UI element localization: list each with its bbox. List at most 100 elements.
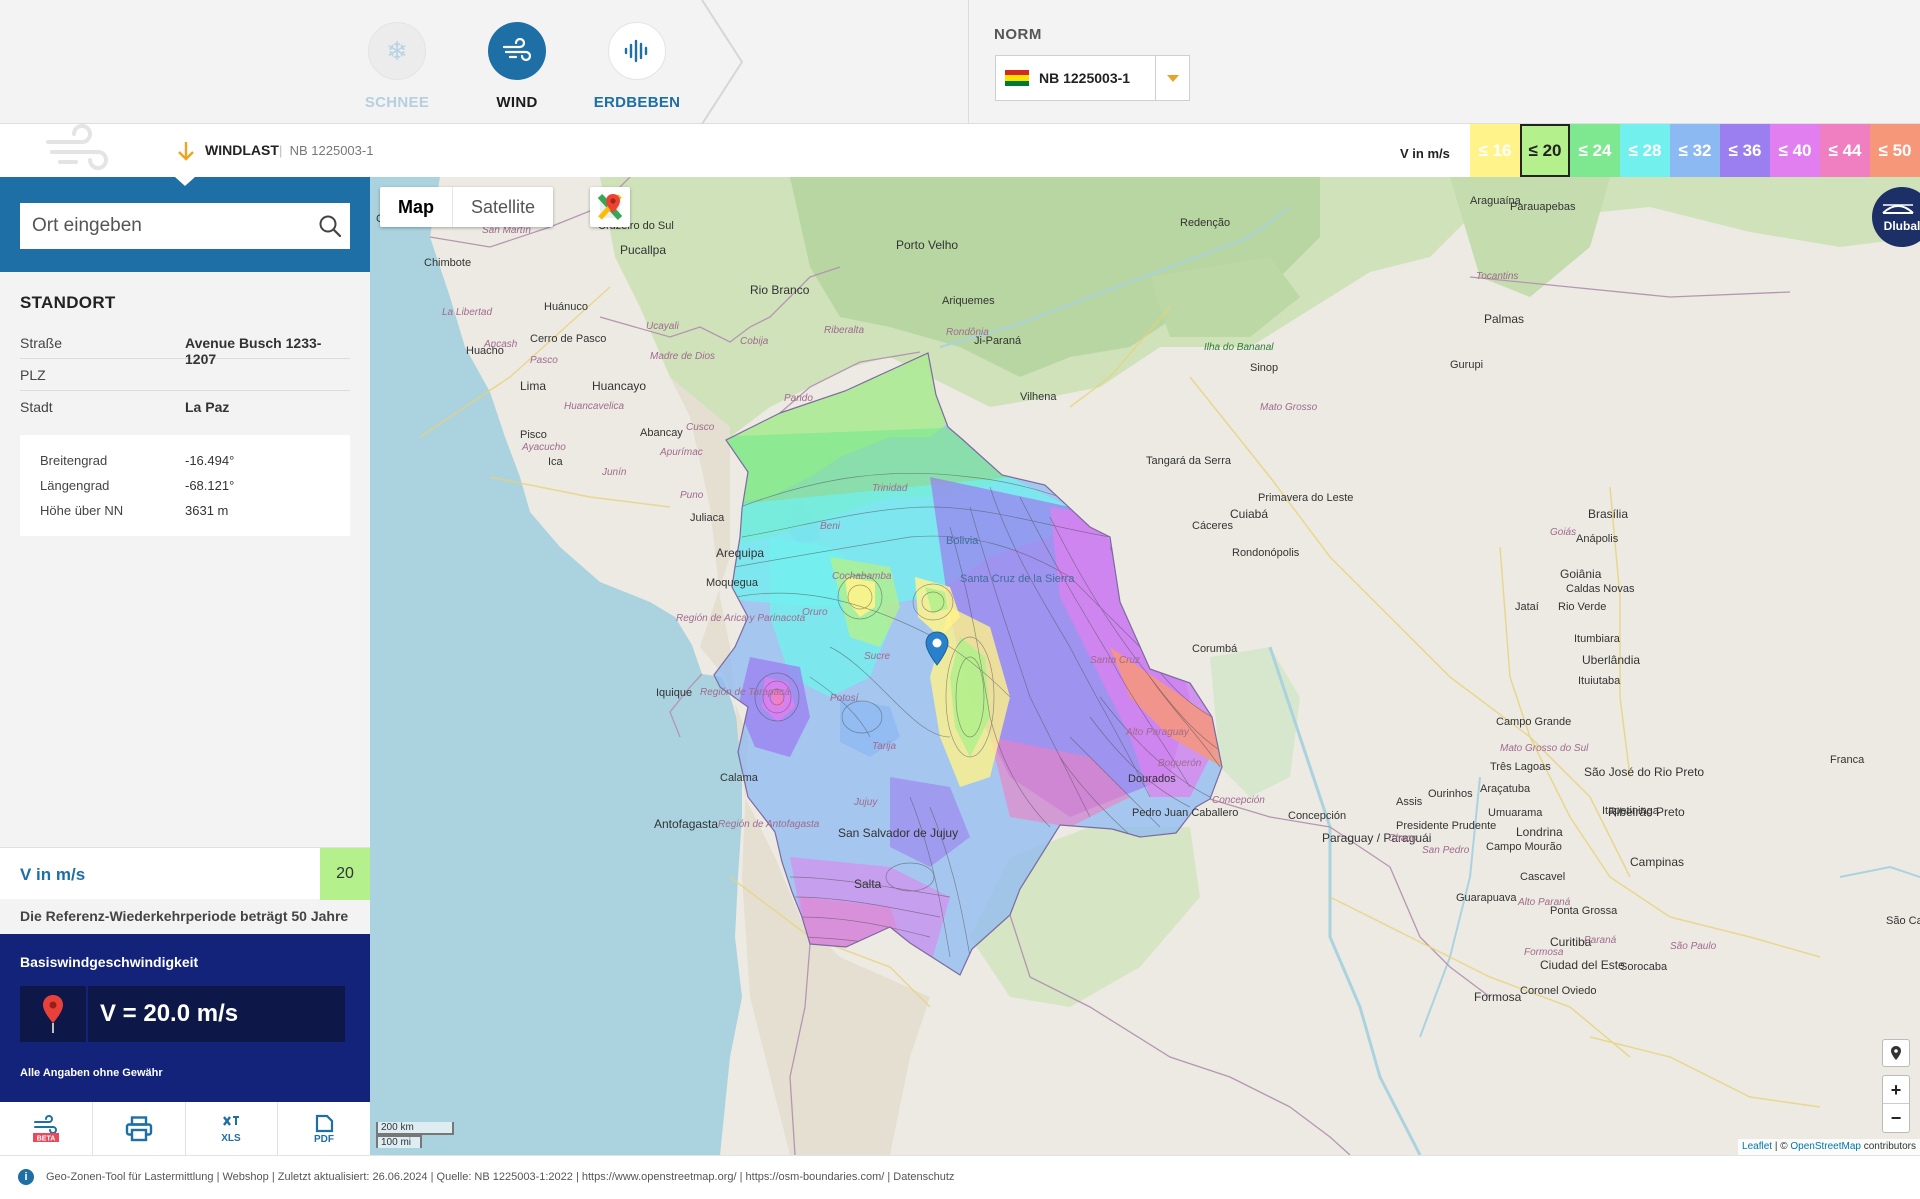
- map-label: Formosa: [1524, 947, 1564, 958]
- map-label: Coronel Oviedo: [1520, 985, 1597, 997]
- legend-item[interactable]: ≤ 50: [1870, 124, 1920, 177]
- xls-export-button[interactable]: XLS: [186, 1102, 279, 1155]
- map-label: Parauapebas: [1510, 201, 1576, 213]
- norm-select[interactable]: NB 1225003-1: [995, 55, 1190, 101]
- map-scale: 200 km 100 mi: [376, 1122, 454, 1148]
- attribution-sep: | ©: [1772, 1141, 1791, 1152]
- locate-button[interactable]: [1882, 1039, 1910, 1067]
- map-label: Ariquemes: [942, 295, 995, 307]
- wind-zone-map[interactable]: CajamarcaChiclayoChimbotePucallpaHuánuco…: [370, 177, 1920, 1155]
- map-label: Concepción: [1288, 810, 1347, 822]
- breadcrumb-pointer: [175, 177, 195, 186]
- legend-item[interactable]: ≤ 44: [1820, 124, 1870, 177]
- map-label: Goiânia: [1560, 567, 1602, 581]
- map-label: Santa Cruz de la Sierra: [960, 573, 1075, 585]
- map-type-satellite-button[interactable]: Satellite: [453, 187, 553, 227]
- map-label: Jataí: [1515, 601, 1539, 613]
- map-label: Ciudad del Este: [1540, 958, 1625, 972]
- basic-wind-speed-panel: Basiswindgeschwindigkeit V = 20.0 m/s Al…: [0, 934, 370, 1102]
- map-label: Boquerón: [1158, 758, 1202, 769]
- google-maps-icon[interactable]: [590, 187, 630, 227]
- map-label: Vilhena: [1020, 391, 1057, 403]
- legend-item[interactable]: ≤ 40: [1770, 124, 1820, 177]
- wind-watermark-icon: [40, 124, 120, 176]
- legend-label: V in m/s: [1400, 146, 1450, 161]
- hazard-wind-button[interactable]: WIND: [462, 22, 572, 111]
- map-label: Presidente Prudente: [1396, 820, 1497, 832]
- map-label: Santa Cruz: [1090, 655, 1141, 666]
- map-label: Mato Grosso do Sul: [1500, 743, 1589, 754]
- map-label: San Pedro: [1422, 845, 1470, 856]
- info-icon[interactable]: i: [18, 1169, 34, 1185]
- hazard-snow-label: SCHNEE: [364, 94, 430, 111]
- wind-speed-zone-value: 20: [320, 848, 370, 900]
- scale-mi: 100 mi: [376, 1135, 422, 1148]
- map-label: Región de Tarapacá: [700, 687, 790, 698]
- city-row: Stadt La Paz: [20, 391, 350, 423]
- map-attribution: Leaflet | © OpenStreetMap contributors: [1738, 1139, 1920, 1155]
- map-label: Uberlândia: [1582, 653, 1641, 667]
- bridge-icon: [1882, 204, 1914, 214]
- map-label: Calama: [720, 772, 758, 784]
- zip-key: PLZ: [20, 367, 46, 383]
- legend-item[interactable]: ≤ 20: [1520, 124, 1570, 177]
- zoom-in-button[interactable]: +: [1883, 1076, 1909, 1104]
- legend-item[interactable]: ≤ 28: [1620, 124, 1670, 177]
- elevation-key: Höhe über NN: [40, 503, 124, 518]
- map-label: Lima: [520, 379, 547, 393]
- footer-text: Geo-Zonen-Tool für Lastermittlung | Webs…: [46, 1171, 955, 1183]
- print-button[interactable]: [93, 1102, 186, 1155]
- map-label: Franca: [1830, 754, 1865, 766]
- leaflet-link[interactable]: Leaflet: [1742, 1141, 1772, 1152]
- map-canvas: [370, 177, 1920, 1155]
- xls-export-icon: XLS: [222, 1115, 241, 1144]
- map-label: Itapetininga: [1602, 805, 1659, 817]
- beta-report-button[interactable]: BETA: [0, 1102, 93, 1155]
- map-label: Pedro Juan Caballero: [1132, 807, 1239, 819]
- map-label: Moquegua: [706, 577, 758, 589]
- map-label: Riberalta: [824, 325, 865, 336]
- map-label: Alto Paraguay: [1126, 727, 1189, 738]
- map-label: Tangará da Serra: [1146, 455, 1231, 467]
- location-marker-icon[interactable]: [924, 631, 950, 667]
- hazard-snow-button[interactable]: ❄ SCHNEE: [342, 22, 452, 111]
- map-label: Campo Grande: [1496, 716, 1572, 728]
- map-label: Cobija: [740, 336, 769, 347]
- map-label: Assis: [1396, 796, 1423, 808]
- norm-label: NORM: [994, 26, 1042, 43]
- map-type-map-button[interactable]: Map: [380, 187, 453, 227]
- pdf-export-button[interactable]: PDF: [278, 1102, 370, 1155]
- legend-item[interactable]: ≤ 24: [1570, 124, 1620, 177]
- zoom-out-button[interactable]: −: [1883, 1104, 1909, 1132]
- map-label: Beni: [820, 521, 841, 532]
- chevron-down-icon[interactable]: [1155, 56, 1189, 100]
- sidebar: STANDORT Straße Avenue Busch 1233-1207 P…: [0, 177, 370, 1155]
- map-label: Tarija: [872, 741, 897, 752]
- map-label: Oruro: [802, 607, 828, 618]
- sub-bar: WINDLAST | NB 1225003-1 V in m/s ≤ 16 ≤ 2…: [0, 124, 1920, 186]
- map-label: Corumbá: [1192, 643, 1238, 655]
- search-icon[interactable]: [318, 214, 342, 238]
- osm-link[interactable]: OpenStreetMap: [1790, 1141, 1861, 1152]
- map-label: Sucre: [864, 651, 891, 662]
- map-label: Formosa: [1474, 990, 1522, 1004]
- search-panel: [0, 177, 370, 272]
- map-label: Jujuy: [854, 797, 878, 808]
- location-pin-icon: [20, 986, 88, 1042]
- map-label: Brasília: [1588, 507, 1629, 521]
- map-label: São José do Rio Preto: [1584, 765, 1705, 779]
- map-label: Trinidad: [872, 483, 908, 494]
- map-label: Caldas Novas: [1566, 583, 1635, 595]
- search-input[interactable]: [20, 204, 300, 248]
- hazard-earthquake-button[interactable]: ERDBEBEN: [582, 22, 692, 111]
- city-key: Stadt: [20, 399, 53, 415]
- legend-item[interactable]: ≤ 32: [1670, 124, 1720, 177]
- legend-item[interactable]: ≤ 16: [1470, 124, 1520, 177]
- map-label: Primavera do Leste: [1258, 492, 1354, 504]
- print-icon: [125, 1115, 152, 1141]
- beta-report-icon: BETA: [32, 1114, 59, 1142]
- legend-item[interactable]: ≤ 36: [1720, 124, 1770, 177]
- street-key: Straße: [20, 335, 63, 351]
- map-label: Cuiabá: [1230, 507, 1269, 521]
- wind-speed-label: V in m/s: [20, 865, 86, 884]
